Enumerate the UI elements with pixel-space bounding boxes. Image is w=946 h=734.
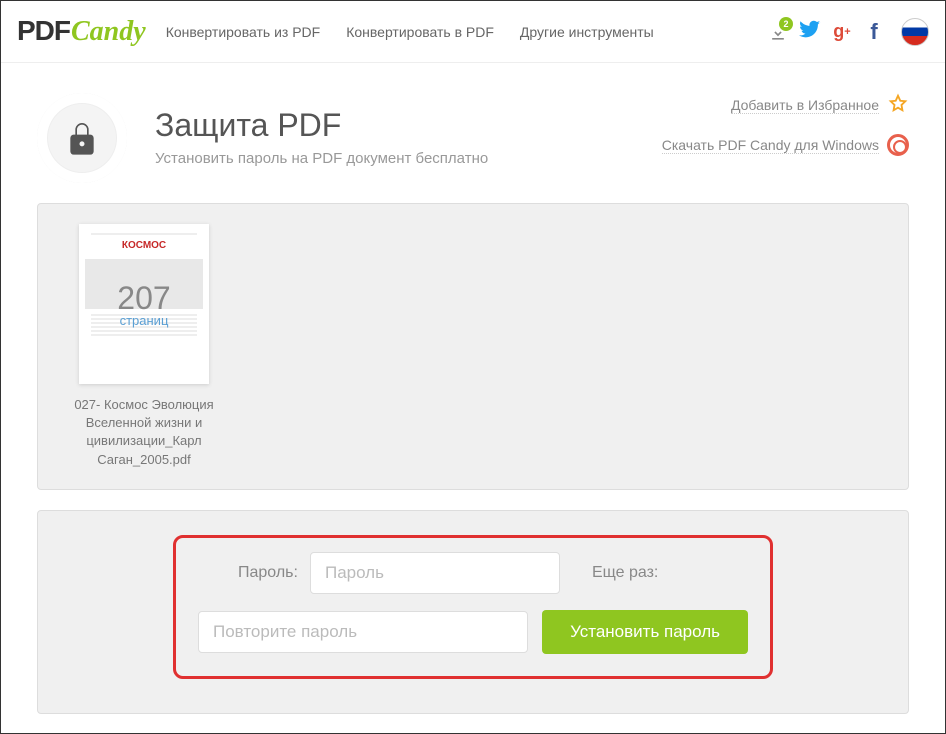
facebook-icon[interactable]: f bbox=[863, 21, 885, 43]
repeat-label: Еще раз: bbox=[592, 564, 658, 582]
logo[interactable]: PDF Candy bbox=[17, 15, 146, 48]
file-thumbnail: КОСМОС 207 страниц bbox=[79, 224, 209, 384]
twitter-icon[interactable] bbox=[799, 18, 821, 45]
download-windows-link[interactable]: Скачать PDF Candy для Windows bbox=[662, 137, 879, 154]
password-row: Пароль: Еще раз: bbox=[198, 552, 748, 594]
page-subtitle: Установить пароль на PDF документ беспла… bbox=[155, 150, 488, 167]
file-card[interactable]: КОСМОС 207 страниц 027- Космос Эволюция … bbox=[64, 224, 224, 469]
nav-convert-to-pdf[interactable]: Конвертировать в PDF bbox=[346, 24, 494, 40]
top-actions: Добавить в Избранное Скачать PDF Candy д… bbox=[662, 93, 909, 183]
add-favorite-action[interactable]: Добавить в Избранное bbox=[662, 93, 909, 118]
main-nav: Конвертировать из PDF Конвертировать в P… bbox=[166, 24, 654, 40]
page-count-overlay: 207 страниц bbox=[117, 280, 170, 328]
thumb-doc-title: КОСМОС bbox=[122, 240, 166, 251]
password-label: Пароль: bbox=[238, 564, 298, 582]
files-panel: КОСМОС 207 страниц 027- Космос Эволюция … bbox=[37, 203, 909, 490]
logo-candy-text: Candy bbox=[71, 16, 146, 48]
page-title: Защита PDF bbox=[155, 107, 488, 144]
header-right: 2 g+ f bbox=[767, 18, 929, 46]
set-password-button[interactable]: Установить пароль bbox=[542, 610, 748, 654]
password-input[interactable] bbox=[310, 552, 560, 594]
nav-other-tools[interactable]: Другие инструменты bbox=[520, 24, 654, 40]
star-icon bbox=[887, 93, 909, 118]
add-favorite-link[interactable]: Добавить в Избранное bbox=[731, 97, 879, 114]
googleplus-icon[interactable]: g+ bbox=[831, 21, 853, 43]
language-flag-icon[interactable] bbox=[901, 18, 929, 46]
logo-pdf-text: PDF bbox=[17, 15, 70, 47]
nav-convert-from-pdf[interactable]: Конвертировать из PDF bbox=[166, 24, 321, 40]
password-form-highlight: Пароль: Еще раз: Установить пароль bbox=[173, 535, 773, 679]
page-top: Защита PDF Установить пароль на PDF доку… bbox=[1, 63, 945, 203]
header: PDF Candy Конвертировать из PDF Конверти… bbox=[1, 1, 945, 63]
download-windows-action[interactable]: Скачать PDF Candy для Windows bbox=[662, 134, 909, 156]
password-panel: Пароль: Еще раз: Установить пароль bbox=[37, 510, 909, 714]
file-name: 027- Космос Эволюция Вселенной жизни и ц… bbox=[64, 396, 224, 469]
download-badge: 2 bbox=[779, 17, 793, 31]
spiral-icon bbox=[887, 134, 909, 156]
title-block: Защита PDF Установить пароль на PDF доку… bbox=[155, 93, 488, 183]
repeat-row: Установить пароль bbox=[198, 610, 748, 654]
page-count-label: страниц bbox=[117, 313, 170, 328]
download-icon[interactable]: 2 bbox=[767, 21, 789, 43]
repeat-password-input[interactable] bbox=[198, 611, 528, 653]
lock-icon bbox=[37, 93, 127, 183]
page-count-number: 207 bbox=[117, 280, 170, 317]
